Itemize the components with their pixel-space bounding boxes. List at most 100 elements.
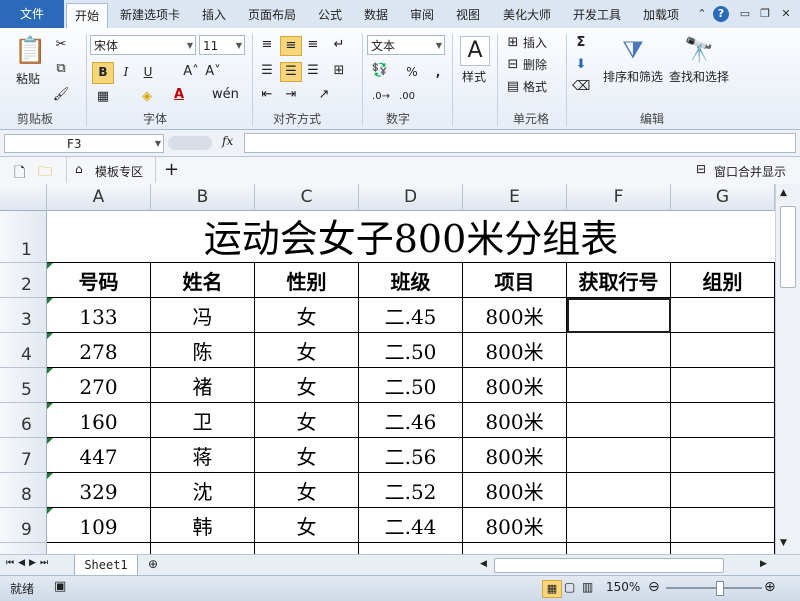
increase-indent-icon[interactable]: ⇥ (282, 86, 300, 104)
clear-icon[interactable]: ⌫ (572, 78, 590, 96)
formula-input[interactable] (244, 133, 796, 153)
table-cell[interactable]: 女 (255, 403, 359, 438)
table-cell[interactable]: 女 (255, 333, 359, 368)
table-cell[interactable] (567, 508, 671, 543)
zoom-out-icon[interactable]: ⊖ (648, 579, 660, 595)
table-cell[interactable]: 800米 (463, 403, 567, 438)
align-left-icon[interactable]: ☰ (258, 62, 276, 80)
scroll-down-icon[interactable]: ▼ (780, 538, 787, 548)
find-select-button[interactable]: 查找和选择 (666, 68, 732, 86)
header-cell[interactable]: 号码 (47, 263, 151, 298)
row-header-8[interactable]: 8 (0, 473, 47, 508)
table-cell[interactable]: 褚 (151, 368, 255, 403)
row-header-7[interactable]: 7 (0, 438, 47, 473)
vertical-scrollbar[interactable]: ▲ ▼ (775, 184, 800, 554)
paste-button[interactable]: 粘贴 (8, 70, 48, 88)
row-header-2[interactable]: 2 (0, 263, 47, 298)
cut-icon[interactable]: ✂ (52, 36, 70, 54)
font-name-select[interactable]: 宋体 ▼ (90, 35, 196, 55)
close-icon[interactable]: ✕ (778, 6, 794, 22)
decrease-decimal-icon[interactable]: .00 (396, 88, 418, 106)
format-cells-button[interactable]: 格式 (523, 78, 547, 96)
table-cell[interactable]: 二.50 (359, 333, 463, 368)
table-cell-partial[interactable] (567, 543, 671, 554)
orientation-icon[interactable]: ↗ (314, 86, 334, 104)
decrease-indent-icon[interactable]: ⇤ (258, 86, 276, 104)
row-header-4[interactable]: 4 (0, 333, 47, 368)
vertical-scroll-thumb[interactable] (780, 206, 796, 288)
table-cell[interactable]: 女 (255, 473, 359, 508)
table-cell[interactable]: 800米 (463, 368, 567, 403)
table-cell[interactable]: 800米 (463, 333, 567, 368)
fill-icon[interactable]: ⬇ (572, 56, 590, 74)
table-cell[interactable]: 陈 (151, 333, 255, 368)
table-cell[interactable] (567, 368, 671, 403)
font-color-icon[interactable]: A (170, 86, 188, 104)
sheet-nav-icon[interactable]: ⏮◀▶⏭ (6, 558, 52, 568)
active-cell[interactable] (567, 298, 671, 333)
minimize-icon[interactable]: ▭ (737, 6, 753, 22)
increase-decimal-icon[interactable]: .0→ (370, 88, 392, 106)
row-header-6[interactable]: 6 (0, 403, 47, 438)
bold-button[interactable]: B (92, 62, 114, 84)
tab-view[interactable]: 视图 (448, 3, 488, 27)
border-icon[interactable]: ▦ (94, 88, 112, 106)
table-cell[interactable] (567, 333, 671, 368)
format-cells-icon[interactable]: ▤ (504, 78, 522, 96)
select-all-corner[interactable] (0, 184, 47, 211)
table-cell[interactable] (567, 403, 671, 438)
table-cell[interactable]: 女 (255, 508, 359, 543)
sort-filter-icon[interactable]: ⧩ (618, 34, 648, 66)
italic-button[interactable]: I (118, 63, 134, 81)
comma-button[interactable]: , (430, 63, 446, 81)
table-cell[interactable] (567, 473, 671, 508)
merge-center-icon[interactable]: ⊞ (330, 62, 348, 80)
fill-color-icon[interactable]: ◈ (138, 88, 156, 106)
page-layout-view-icon[interactable]: ▢ (564, 580, 575, 594)
tab-formulas[interactable]: 公式 (310, 3, 350, 27)
table-cell[interactable]: 韩 (151, 508, 255, 543)
macro-record-icon[interactable]: ▣ (54, 579, 66, 594)
table-cell[interactable]: 800米 (463, 438, 567, 473)
header-cell[interactable]: 姓名 (151, 263, 255, 298)
column-header-b[interactable]: B (151, 184, 255, 211)
row-header-9[interactable]: 9 (0, 508, 47, 543)
tab-beautify[interactable]: 美化大师 (496, 3, 558, 27)
table-cell[interactable] (671, 368, 775, 403)
table-cell[interactable]: 二.45 (359, 298, 463, 333)
table-cell[interactable]: 女 (255, 438, 359, 473)
name-box[interactable]: F3 ▼ (4, 134, 164, 153)
phonetic-icon[interactable]: wén (212, 86, 239, 104)
percent-button[interactable]: % (404, 63, 420, 81)
tab-home[interactable]: 开始 (66, 3, 108, 29)
font-size-select[interactable]: 11 ▼ (199, 35, 245, 55)
restore-icon[interactable]: ❐ (757, 6, 773, 22)
align-center-icon[interactable]: ☰ (280, 62, 302, 82)
insert-cells-button[interactable]: 插入 (523, 34, 547, 52)
tab-developer[interactable]: 开发工具 (566, 3, 628, 27)
table-cell-partial[interactable] (463, 543, 567, 554)
table-cell[interactable]: 800米 (463, 473, 567, 508)
insert-sheet-icon[interactable]: ⊕ (148, 557, 158, 571)
accounting-format-icon[interactable]: 💱 (370, 62, 390, 80)
row-header-3[interactable]: 3 (0, 298, 47, 333)
table-cell[interactable]: 329 (47, 473, 151, 508)
align-right-icon[interactable]: ☰ (304, 62, 322, 80)
normal-view-icon[interactable]: ▦ (542, 580, 562, 598)
column-header-e[interactable]: E (463, 184, 567, 211)
autosum-icon[interactable]: Σ (572, 34, 590, 52)
row-header-partial[interactable] (0, 543, 47, 554)
table-cell[interactable] (671, 473, 775, 508)
worksheet-grid[interactable]: ABCDEFG 1 2 3 4 5 6 7 8 9 运动会女子800米分组表 号码 姓名 性别 班级项… (0, 184, 775, 554)
table-cell-partial[interactable] (151, 543, 255, 554)
table-cell[interactable] (671, 333, 775, 368)
table-cell[interactable]: 447 (47, 438, 151, 473)
zoom-level[interactable]: 150% (606, 580, 640, 594)
zoom-slider-thumb[interactable] (716, 581, 724, 596)
grow-font-icon[interactable]: A˄ (182, 63, 200, 81)
tab-review[interactable]: 审阅 (402, 3, 442, 27)
paste-icon[interactable]: 📋 (14, 34, 46, 68)
formula-bar-handle[interactable] (168, 136, 212, 150)
underline-button[interactable]: U (140, 63, 156, 81)
scroll-up-icon[interactable]: ▲ (780, 188, 787, 198)
